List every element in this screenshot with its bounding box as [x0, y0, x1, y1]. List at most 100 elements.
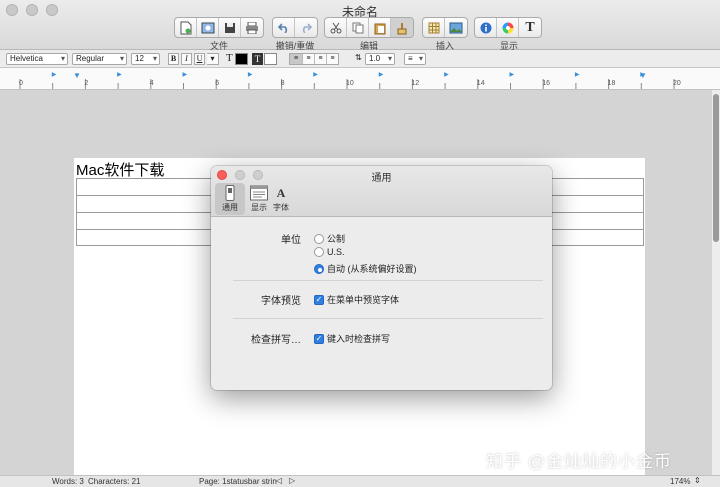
word-count: Words: 3 [52, 477, 84, 486]
tab-stop-marker[interactable]: ▶ [52, 71, 57, 78]
next-page-icon[interactable]: ▷ [289, 476, 295, 485]
character-count: Characters: 21 [88, 477, 141, 486]
spell-check-option[interactable]: ✓ 键入时检查拼写 [314, 332, 390, 345]
toolbar-group-undo [272, 17, 318, 38]
new-document-icon[interactable] [175, 18, 197, 37]
paste-style-icon[interactable] [391, 18, 413, 37]
ruler-tick-label: 12 [411, 80, 420, 87]
bold-button[interactable]: B [168, 53, 179, 65]
undo-icon[interactable] [273, 18, 295, 37]
underline-button[interactable]: U [194, 53, 205, 65]
tab-display-label: 显示 [251, 203, 267, 212]
align-left-icon[interactable]: ≡ [290, 54, 302, 64]
units-radio-auto[interactable] [314, 263, 324, 274]
spell-check-option-label: 键入时检查拼写 [327, 334, 391, 344]
vertical-scrollbar[interactable] [712, 90, 720, 475]
units-option-metric[interactable]: 公制 [314, 232, 345, 245]
tab-stop-marker[interactable]: ▶ [510, 71, 515, 78]
text-color-icon: T [226, 52, 233, 64]
first-line-indent-marker[interactable]: ▼ [73, 71, 81, 80]
units-radio-metric[interactable] [314, 233, 324, 244]
ruler-tick-label: 20 [673, 80, 681, 87]
window-titlebar: 未命名 文件 撤销/重做 编辑 插入 T 显示 [0, 0, 720, 51]
ruler-tick-label: 0 [19, 80, 23, 87]
tab-stop-marker[interactable]: ▶ [444, 71, 449, 78]
font-preview-checkbox[interactable]: ✓ [314, 294, 324, 305]
table-icon[interactable] [423, 18, 445, 37]
tab-stop-marker[interactable]: ▶ [117, 71, 122, 78]
ruler-tick-label: 10 [346, 80, 354, 87]
tab-general-label: 通用 [222, 203, 238, 212]
highlight-color-swatch[interactable] [264, 53, 277, 65]
document-heading[interactable]: Mac软件下载 [76, 159, 164, 180]
list-style-select[interactable]: ≡ [404, 53, 426, 65]
print-icon[interactable] [241, 18, 263, 37]
ruler-tick-label: 18 [607, 80, 616, 87]
preferences-dialog: 通用 通用 显示 A 字体 单位 公制 U.S. 自动 (从系统偏好设置) 字体 [211, 166, 552, 390]
align-right-icon[interactable]: ≡ [314, 54, 326, 64]
font-preview-label: 字体预览 [261, 296, 301, 307]
highlight-color-icon: T [252, 53, 263, 65]
ruler: ▼ ▼ 0 2 4 6 8 10 12 14 16 18 20 ▶ ▶ ▶ ▶ ▶ ▶ ▶ ▶ ▶ ▶ [0, 68, 720, 90]
dialog-header: 通用 通用 显示 A 字体 [211, 166, 552, 217]
font-icon[interactable]: T [519, 18, 541, 37]
dialog-title: 通用 [371, 173, 392, 184]
units-option-auto[interactable]: 自动 (从系统偏好设置) [314, 262, 417, 275]
previous-page-icon[interactable]: ◁ [276, 476, 282, 485]
dialog-body: 单位 公制 U.S. 自动 (从系统偏好设置) 字体预览 ✓ 在菜单中预览字体 … [211, 217, 552, 390]
picture-icon[interactable] [445, 18, 467, 37]
format-bar: Helvetica Regular 12 B I U ▾ T T ≡ ≡ ≡ ≡… [0, 50, 720, 68]
font-style-select[interactable]: Regular [72, 53, 127, 65]
ruler-tick-label: 6 [215, 80, 220, 87]
units-option-auto-label: 自动 (从系统偏好设置) [327, 264, 417, 274]
toolbar-group-insert [422, 17, 468, 38]
tab-font[interactable]: A 字体 [266, 183, 296, 215]
zoom-stepper[interactable]: ⇕ [694, 476, 701, 485]
cut-icon[interactable] [325, 18, 347, 37]
tab-stop-marker[interactable]: ▶ [248, 71, 253, 78]
ruler-tick-label: 4 [149, 80, 154, 87]
spell-check-checkbox[interactable]: ✓ [314, 333, 324, 344]
page-indicator: Page: 1statusbar strin [199, 477, 277, 486]
tab-stop-marker[interactable]: ▶ [379, 71, 384, 78]
image-icon[interactable] [197, 18, 219, 37]
tab-stop-marker[interactable]: ▶ [183, 71, 188, 78]
tab-general[interactable]: 通用 [215, 183, 245, 215]
font-family-select[interactable]: Helvetica [6, 53, 68, 65]
font-preview-option-label: 在菜单中预览字体 [327, 295, 400, 305]
redo-icon[interactable] [295, 18, 317, 37]
font-preview-option[interactable]: ✓ 在菜单中预览字体 [314, 293, 399, 306]
toolbar-group-file [174, 17, 264, 38]
info-icon[interactable] [475, 18, 497, 37]
scroll-thumb[interactable] [713, 94, 719, 242]
switch-icon [225, 185, 235, 201]
ruler-tick-label: 14 [476, 80, 485, 87]
units-option-us[interactable]: U.S. [314, 247, 345, 257]
font-icon: A [276, 186, 286, 200]
italic-button[interactable]: I [181, 53, 192, 65]
units-option-metric-label: 公制 [327, 234, 346, 244]
watermark: 知乎 @金灿灿的小金币 [486, 452, 672, 471]
line-spacing-icon: ⇅ [355, 53, 362, 62]
units-option-us-label: U.S. [327, 247, 345, 257]
ruler-tick-label: 16 [542, 80, 550, 87]
save-icon[interactable] [219, 18, 241, 37]
align-center-icon[interactable]: ≡ [302, 54, 314, 64]
tab-stop-marker[interactable]: ▶ [313, 71, 318, 78]
zoom-level[interactable]: 174% [670, 477, 690, 486]
font-size-select[interactable]: 12 [131, 53, 160, 65]
align-justify-icon[interactable]: ≡ [326, 54, 338, 64]
tab-stop-marker[interactable]: ▶ [640, 71, 645, 78]
color-wheel-icon[interactable] [497, 18, 519, 37]
toolbar-group-edit [324, 17, 414, 38]
tab-stop-marker[interactable]: ▶ [575, 71, 580, 78]
text-color-swatch[interactable] [235, 53, 248, 65]
line-spacing-select[interactable]: 1.0 [365, 53, 395, 65]
units-radio-us[interactable] [314, 247, 324, 257]
copy-icon[interactable] [347, 18, 369, 37]
section-divider [233, 318, 543, 319]
underline-options-button[interactable]: ▾ [207, 53, 219, 65]
tab-font-label: 字体 [273, 203, 289, 212]
ruler-tick-label: 8 [280, 80, 285, 87]
paste-icon[interactable] [369, 18, 391, 37]
